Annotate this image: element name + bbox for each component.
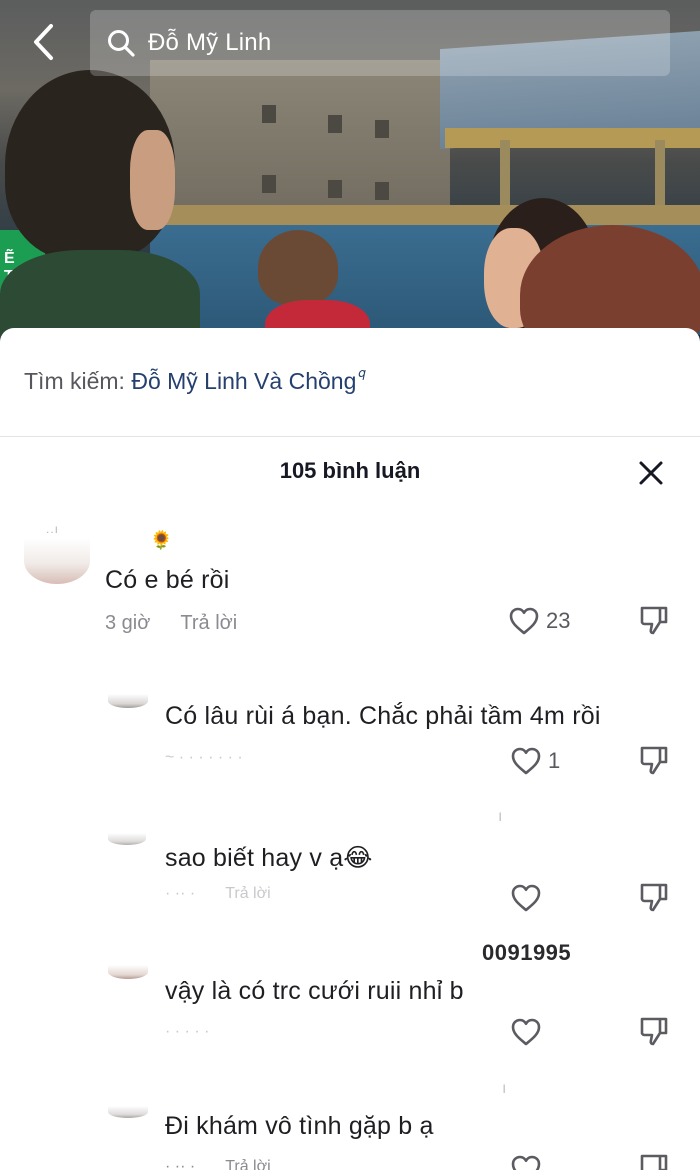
avatar[interactable] xyxy=(24,538,90,584)
comment-text: vậy là có trc cưới ruii nhỉ b xyxy=(165,977,464,1005)
heart-icon xyxy=(511,884,541,912)
comment-meta: 3 giờ Trả lời xyxy=(105,612,237,635)
search-icon xyxy=(108,30,135,57)
stadium-wall xyxy=(150,205,700,227)
reply-button[interactable]: Trả lời xyxy=(225,885,270,902)
comment-text: Có e bé rồi xyxy=(105,566,230,594)
reply-comment-item: sao biết hay v ạ😂 · ·· · Trả lời xyxy=(0,833,700,913)
reply-button[interactable]: Trả lời xyxy=(180,612,237,634)
comment-meta-faded: · ·· · Trả lời xyxy=(165,885,271,903)
comment-text: Có lâu rùi á bạn. Chắc phải tầm 4m rồi xyxy=(165,702,601,730)
like-button[interactable]: 23 xyxy=(508,606,570,636)
overlay-number-fragment: 0091995 xyxy=(482,940,572,965)
close-button[interactable] xyxy=(636,458,666,488)
divider xyxy=(0,436,700,437)
comment-item: ..ı 🌻 Có e bé rồi 3 giờ Trả lời 23 xyxy=(0,518,700,648)
sunflower-emoji-badge: 🌻 xyxy=(150,530,173,550)
avatar[interactable] xyxy=(108,965,148,979)
dislike-button[interactable] xyxy=(638,604,670,636)
comment-text: sao biết hay v ạ😂 xyxy=(165,844,373,872)
small-search-icon: 𝑞 xyxy=(358,365,366,380)
faded-mark: ı xyxy=(498,808,503,825)
like-button[interactable] xyxy=(510,1154,542,1170)
like-button[interactable] xyxy=(510,883,542,913)
avatar[interactable] xyxy=(108,694,148,708)
search-query-text: Đỗ Mỹ Linh xyxy=(148,29,272,56)
thumbs-down-icon xyxy=(640,606,668,635)
comment-time: 3 giờ xyxy=(105,612,151,634)
related-search-term: Đỗ Mỹ Linh Và Chồng xyxy=(131,368,357,394)
thumbs-down-icon xyxy=(640,883,668,912)
person-face xyxy=(130,130,175,230)
comment-time-faded: · ·· · xyxy=(165,885,196,902)
background-building xyxy=(150,60,450,220)
like-button[interactable]: 1 xyxy=(510,746,560,776)
dislike-button[interactable] xyxy=(638,881,670,913)
comment-meta-faded: · · · · · xyxy=(165,1023,210,1040)
comment-meta-faded: ~ · · · · · · · xyxy=(165,749,243,766)
avatar[interactable] xyxy=(108,1106,148,1118)
search-input[interactable]: Đỗ Mỹ Linh xyxy=(90,10,670,76)
dislike-button[interactable] xyxy=(638,1015,670,1047)
comment-count-title: 105 bình luận xyxy=(279,458,421,483)
related-search-label: Tìm kiếm: xyxy=(24,368,125,394)
heart-icon xyxy=(511,747,541,775)
comment-time-faded: · ·· · xyxy=(165,1158,196,1170)
heart-icon xyxy=(509,607,539,635)
like-count: 1 xyxy=(548,748,561,773)
comments-sheet: Tìm kiếm: Đỗ Mỹ Linh Và Chồng 𝑞 105 bình … xyxy=(0,328,700,1170)
related-search-link[interactable]: Tìm kiếm: Đỗ Mỹ Linh Và Chồng 𝑞 xyxy=(24,365,366,395)
chevron-left-icon xyxy=(34,24,53,60)
like-button[interactable] xyxy=(510,1017,542,1047)
close-icon xyxy=(639,461,663,485)
heart-icon xyxy=(511,1155,541,1170)
reply-comment-item: Đi khám vô tình gặp b ạ · ·· · Trả lời xyxy=(0,1106,700,1170)
thumbs-down-icon xyxy=(640,1017,668,1046)
avatar[interactable] xyxy=(108,833,146,845)
heart-icon xyxy=(511,1018,541,1046)
reply-comment-item: Có lâu rùi á bạn. Chắc phải tầm 4m rồi ~… xyxy=(0,694,700,776)
thumbs-down-icon xyxy=(640,746,668,775)
username[interactable]: ..ı xyxy=(46,522,59,536)
dislike-button[interactable] xyxy=(638,1152,670,1170)
faded-mark: ı xyxy=(502,1080,507,1097)
like-count: 23 xyxy=(546,608,571,633)
person-head xyxy=(258,230,338,305)
back-button[interactable] xyxy=(24,20,64,64)
dislike-button[interactable] xyxy=(638,744,670,776)
reply-comment-item: vậy là có trc cưới ruii nhỉ b · · · · · xyxy=(0,965,700,1055)
comment-meta: · ·· · Trả lời xyxy=(165,1158,271,1170)
reply-button[interactable]: Trả lời xyxy=(225,1158,270,1170)
thumbs-down-icon xyxy=(640,1154,668,1170)
comment-text: Đi khám vô tình gặp b ạ xyxy=(165,1112,434,1140)
